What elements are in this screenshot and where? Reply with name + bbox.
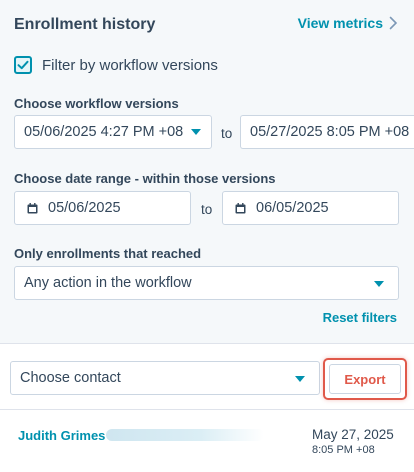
calendar-icon [235, 202, 246, 213]
version-from-value: 05/06/2025 4:27 PM +08 [24, 124, 184, 140]
view-metrics-link[interactable]: View metrics [298, 15, 398, 31]
filters-panel: Enrollment history View metrics Filter b… [0, 0, 414, 344]
caret-down-icon [374, 281, 384, 287]
panel-title: Enrollment history [14, 16, 156, 33]
enrollment-filter-label: Only enrollments that reached [14, 246, 202, 261]
record-date: May 27, 2025 [312, 427, 394, 442]
checkmark-icon [17, 60, 29, 70]
enrollment-filter-select[interactable]: Any action in the workflow [14, 266, 399, 300]
filter-versions-label: Filter by workflow versions [42, 56, 218, 74]
chevron-right-icon [389, 16, 398, 30]
filter-versions-checkbox[interactable] [14, 56, 32, 74]
redacted-text [106, 429, 264, 441]
view-metrics-label: View metrics [297, 15, 383, 31]
calendar-icon [27, 202, 38, 213]
contact-name-link[interactable]: Judith Grimes [18, 428, 105, 443]
date-range-label: Choose date range - within those version… [14, 171, 276, 186]
end-date-value: 06/05/2025 [256, 200, 329, 216]
enrollment-filter-value: Any action in the workflow [24, 275, 192, 291]
versions-label: Choose workflow versions [14, 96, 179, 111]
start-date-value: 05/06/2025 [48, 200, 121, 216]
choose-contact-value: Choose contact [20, 370, 121, 386]
end-date-input[interactable]: 06/05/2025 [222, 191, 399, 225]
caret-down-icon [191, 129, 202, 135]
choose-contact-select[interactable]: Choose contact [10, 361, 320, 395]
caret-down-icon [295, 376, 305, 382]
version-to-select[interactable]: 05/27/2025 8:05 PM +08 [240, 115, 414, 149]
divider [0, 409, 414, 410]
versions-separator: to [221, 126, 233, 141]
start-date-input[interactable]: 05/06/2025 [14, 191, 191, 225]
reset-filters-link[interactable]: Reset filters [323, 310, 397, 325]
filter-by-versions-toggle[interactable]: Filter by workflow versions [14, 56, 218, 74]
version-to-value: 05/27/2025 8:05 PM +08 [250, 124, 410, 140]
date-range-separator: to [201, 202, 213, 217]
export-button[interactable]: Export [329, 364, 401, 394]
version-from-select[interactable]: 05/06/2025 4:27 PM +08 [14, 115, 212, 149]
record-time: 8:05 PM +08 [312, 444, 375, 456]
